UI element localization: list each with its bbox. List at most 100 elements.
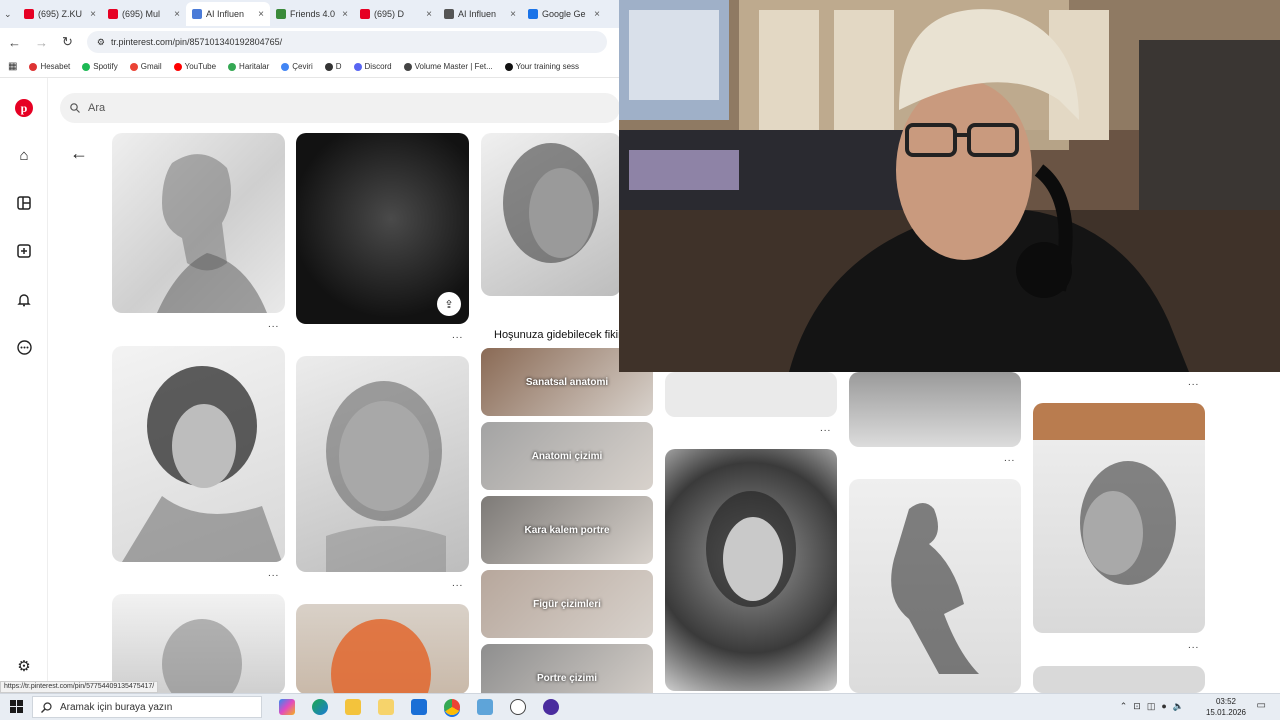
pin-image[interactable]: ⇪: [296, 133, 469, 324]
tab-close-icon[interactable]: ×: [594, 9, 600, 20]
tab-favicon-icon: [24, 9, 34, 19]
bookmark-label: Spotify: [93, 62, 118, 71]
copilot-icon[interactable]: [279, 699, 295, 715]
bookmark-label: D: [335, 62, 342, 71]
bookmark-item[interactable]: Your training sess: [504, 62, 579, 71]
taskbar-search-placeholder: Aramak için buraya yazın: [60, 701, 173, 713]
bookmark-label: Gmail: [140, 62, 162, 71]
browser-tab[interactable]: Friends 4.0 ×: [270, 2, 354, 26]
browser-tab[interactable]: AI Influen ×: [186, 2, 270, 26]
pin-image[interactable]: [296, 604, 469, 694]
apps-grid-icon[interactable]: ▦: [8, 61, 17, 72]
windows-start-icon[interactable]: [10, 700, 23, 713]
tab-label: Friends 4.0: [290, 9, 336, 19]
browser-tab[interactable]: Google Ge ×: [522, 2, 606, 26]
browser-tab[interactable]: AI Influen ×: [438, 2, 522, 26]
store-icon[interactable]: [378, 699, 394, 715]
reload-icon[interactable]: ↻: [62, 34, 73, 50]
bookmark-item[interactable]: Haritalar: [228, 62, 269, 71]
clock[interactable]: 03:52 15.01.2026: [1206, 696, 1246, 718]
bookmark-label: Haritalar: [239, 62, 270, 71]
mail-icon[interactable]: [411, 699, 427, 715]
settings-gear-icon[interactable]: ⚙: [14, 656, 34, 676]
back-nav-icon[interactable]: ←: [8, 35, 21, 50]
wifi-icon[interactable]: ◫: [1147, 701, 1156, 712]
notifications-bell-icon[interactable]: [14, 289, 34, 309]
taskbar-search-input[interactable]: Aramak için buraya yazın: [32, 696, 262, 718]
tray-chevron-icon[interactable]: ⌃: [1120, 701, 1128, 712]
pin-image[interactable]: [849, 479, 1021, 693]
search-input[interactable]: Ara: [60, 93, 620, 123]
pinterest-logo-icon[interactable]: p: [14, 98, 34, 118]
bookmark-item[interactable]: Discord: [353, 62, 392, 71]
tab-list-chevron-icon[interactable]: ⌄: [4, 9, 18, 20]
search-icon: [41, 701, 52, 713]
browser-tab[interactable]: (695) Mul ×: [102, 2, 186, 26]
pin-image[interactable]: [849, 372, 1021, 447]
create-icon[interactable]: [14, 241, 34, 261]
bookmark-item[interactable]: Hesabet: [29, 62, 70, 71]
bookmark-favicon-icon: [403, 62, 412, 71]
network-icon[interactable]: ⊡: [1133, 701, 1141, 712]
tab-close-icon[interactable]: ×: [426, 9, 432, 20]
obs-icon[interactable]: [510, 699, 526, 715]
pin-image[interactable]: [665, 449, 837, 691]
tab-favicon-icon: [276, 9, 286, 19]
pin-more-icon[interactable]: ...: [1188, 377, 1199, 388]
back-arrow-icon[interactable]: ←: [70, 143, 88, 164]
pin-more-icon[interactable]: ...: [268, 319, 279, 330]
webcam-overlay: [619, 0, 1280, 372]
messages-icon[interactable]: [14, 337, 34, 357]
pin-image[interactable]: [112, 133, 285, 313]
windows-taskbar: Aramak için buraya yazın ⌃ ⊡ ◫ ● 🔈 03:52…: [0, 693, 1280, 720]
pin-image[interactable]: [296, 356, 469, 572]
chrome-browser-icon[interactable]: [444, 699, 460, 715]
volume-icon[interactable]: 🔈: [1173, 701, 1184, 712]
bookmark-item[interactable]: Volume Master | Fet...: [403, 62, 493, 71]
bookmark-item[interactable]: Gmail: [129, 62, 162, 71]
browser-tab[interactable]: (695) D ×: [354, 2, 438, 26]
tab-label: AI Influen: [206, 9, 245, 19]
bookmark-item[interactable]: Spotify: [82, 62, 118, 71]
pin-image[interactable]: [1033, 403, 1205, 633]
suggestion-category-tile[interactable]: Kara kalem portre: [481, 496, 653, 564]
suggestion-category-label: Anatomi çizimi: [531, 450, 603, 462]
pin-image[interactable]: [112, 594, 285, 694]
bookmark-item[interactable]: D: [324, 62, 342, 71]
pin-image[interactable]: [665, 372, 837, 417]
file-explorer-icon[interactable]: [345, 699, 361, 715]
pin-more-icon[interactable]: ...: [820, 423, 831, 434]
pin-more-icon[interactable]: ...: [268, 568, 279, 579]
pin-image[interactable]: [1033, 666, 1205, 693]
pin-more-icon[interactable]: ...: [452, 330, 463, 341]
tab-close-icon[interactable]: ×: [510, 9, 516, 20]
app-icon[interactable]: [543, 699, 559, 715]
share-icon[interactable]: ⇪: [437, 292, 461, 316]
clock-time: 03:52: [1215, 697, 1236, 706]
edge-browser-icon[interactable]: [312, 699, 328, 715]
pin-more-icon[interactable]: ...: [1004, 453, 1015, 464]
site-info-icon[interactable]: ⚙: [97, 37, 105, 48]
app-icon[interactable]: [477, 699, 493, 715]
microphone-icon[interactable]: ●: [1161, 701, 1166, 712]
notifications-icon[interactable]: ▭: [1257, 700, 1266, 711]
tab-close-icon[interactable]: ×: [90, 9, 96, 20]
forward-nav-icon[interactable]: →: [35, 35, 48, 50]
url-field[interactable]: ⚙ tr.pinterest.com/pin/85710134019280476…: [86, 31, 607, 53]
pin-more-icon[interactable]: ...: [452, 578, 463, 589]
pin-image[interactable]: [112, 346, 285, 562]
pin-more-icon[interactable]: ...: [1188, 640, 1199, 651]
bookmark-item[interactable]: Çeviri: [281, 62, 313, 71]
home-icon[interactable]: ⌂: [14, 145, 34, 165]
tab-close-icon[interactable]: ×: [342, 9, 348, 20]
boards-icon[interactable]: [14, 193, 34, 213]
bookmark-item[interactable]: YouTube: [173, 62, 216, 71]
suggestion-category-tile[interactable]: Anatomi çizimi: [481, 422, 653, 490]
tab-close-icon[interactable]: ×: [258, 9, 264, 20]
suggestion-category-tile[interactable]: Figür çizimleri: [481, 570, 653, 638]
browser-tab[interactable]: (695) Z.KU ×: [18, 2, 102, 26]
tab-label: AI Influen: [458, 9, 497, 19]
tab-close-icon[interactable]: ×: [174, 9, 180, 20]
pin-image[interactable]: [481, 133, 621, 296]
svg-text:p: p: [21, 101, 28, 115]
